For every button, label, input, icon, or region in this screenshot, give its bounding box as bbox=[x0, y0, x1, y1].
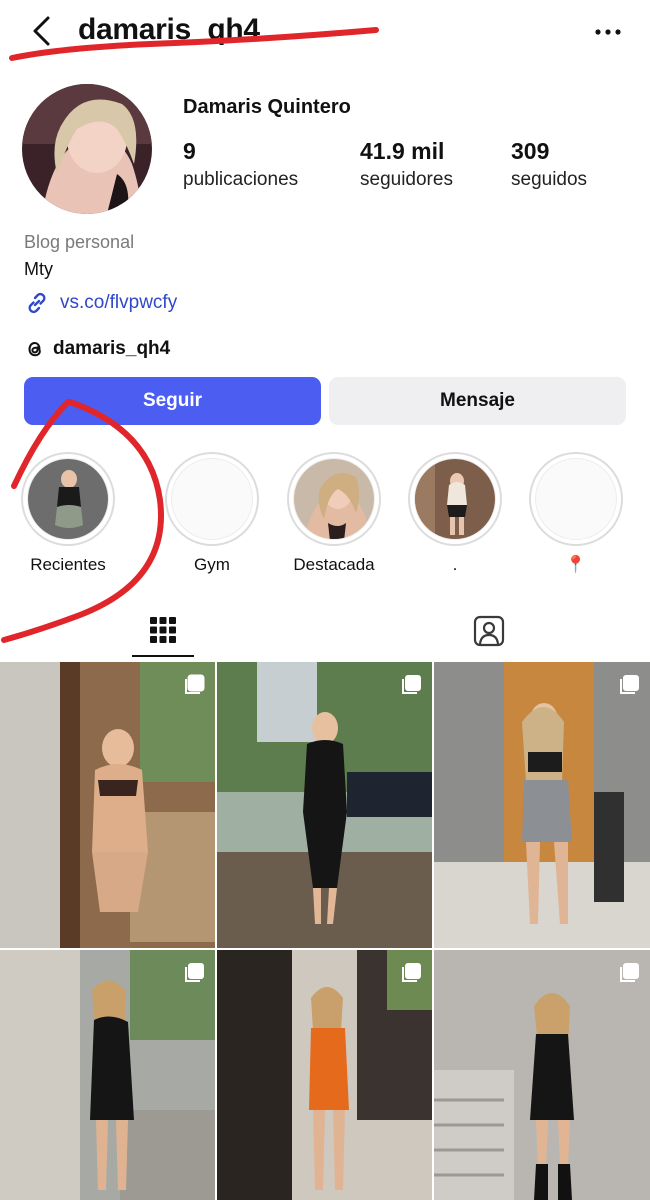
post-thumbnail[interactable] bbox=[434, 662, 650, 948]
carousel-icon bbox=[185, 674, 205, 694]
highlight-dot[interactable]: . bbox=[405, 452, 505, 575]
avatar[interactable] bbox=[22, 84, 152, 214]
profile-header: damaris_qh4 bbox=[0, 0, 650, 70]
highlight-label: Recientes bbox=[30, 555, 106, 574]
highlight-label: Destacada bbox=[293, 555, 375, 574]
stat-followers[interactable]: 41.9 mil seguidores bbox=[360, 138, 453, 191]
carousel-icon bbox=[185, 963, 204, 982]
message-button[interactable]: Mensaje bbox=[329, 377, 626, 425]
stat-following-label: seguidos bbox=[511, 169, 588, 190]
carousel-icon bbox=[402, 963, 421, 982]
carousel-icon bbox=[620, 675, 639, 694]
page-title: damaris_qh4 bbox=[78, 13, 260, 46]
stat-followers-label: seguidores bbox=[360, 169, 453, 190]
highlight-cover bbox=[408, 452, 502, 546]
highlight-cover bbox=[21, 452, 115, 546]
ellipsis-icon bbox=[595, 29, 621, 35]
tab-tagged[interactable] bbox=[458, 605, 520, 657]
stat-posts[interactable]: 9 publicaciones bbox=[183, 138, 298, 191]
highlight-label: . bbox=[452, 555, 458, 574]
stat-posts-label: publicaciones bbox=[183, 169, 299, 190]
highlight-pin[interactable]: 📍 bbox=[526, 452, 626, 575]
profile-category: Blog personal bbox=[24, 232, 135, 252]
profile-link-text[interactable]: vs.co/flvpwcfy bbox=[60, 292, 177, 314]
post-thumbnail[interactable] bbox=[434, 950, 650, 1200]
stat-following-value: 309 bbox=[511, 138, 550, 164]
post-thumbnail[interactable] bbox=[0, 950, 215, 1200]
full-name: Damaris Quintero bbox=[183, 96, 351, 118]
grid-icon bbox=[150, 617, 176, 643]
more-options-button[interactable] bbox=[590, 18, 626, 46]
highlight-gym[interactable]: Gym bbox=[162, 452, 262, 575]
stat-following[interactable]: 309 seguidos bbox=[511, 138, 587, 191]
highlight-cover bbox=[529, 452, 623, 546]
highlight-recientes[interactable]: Recientes bbox=[18, 452, 118, 575]
post-thumbnail[interactable] bbox=[217, 662, 432, 948]
post-thumbnail[interactable] bbox=[0, 662, 215, 948]
tagged-person-icon bbox=[473, 615, 505, 647]
stat-posts-value: 9 bbox=[183, 138, 196, 164]
carousel-icon bbox=[402, 675, 421, 694]
threads-badge[interactable]: damaris_qh4 bbox=[24, 336, 170, 362]
profile-photo bbox=[22, 84, 152, 214]
carousel-icon bbox=[620, 963, 639, 982]
tab-posts-grid[interactable] bbox=[132, 605, 194, 657]
highlight-label: Gym bbox=[194, 555, 230, 574]
post-thumbnail[interactable] bbox=[217, 950, 432, 1200]
highlight-destacada[interactable]: Destacada bbox=[284, 452, 384, 575]
profile-link[interactable]: vs.co/flvpwcfy bbox=[24, 289, 177, 317]
highlight-cover bbox=[287, 452, 381, 546]
stat-followers-value: 41.9 mil bbox=[360, 138, 445, 164]
posts-grid bbox=[0, 662, 650, 1200]
highlight-label: 📍 bbox=[565, 555, 587, 574]
threads-handle: damaris_qh4 bbox=[53, 338, 171, 359]
highlight-cover bbox=[165, 452, 259, 546]
link-icon bbox=[28, 292, 46, 314]
chevron-left-icon bbox=[33, 16, 50, 46]
back-button[interactable] bbox=[26, 12, 62, 52]
profile-bio: Mty bbox=[24, 259, 53, 279]
follow-button[interactable]: Seguir bbox=[24, 377, 321, 425]
threads-icon bbox=[28, 341, 41, 357]
